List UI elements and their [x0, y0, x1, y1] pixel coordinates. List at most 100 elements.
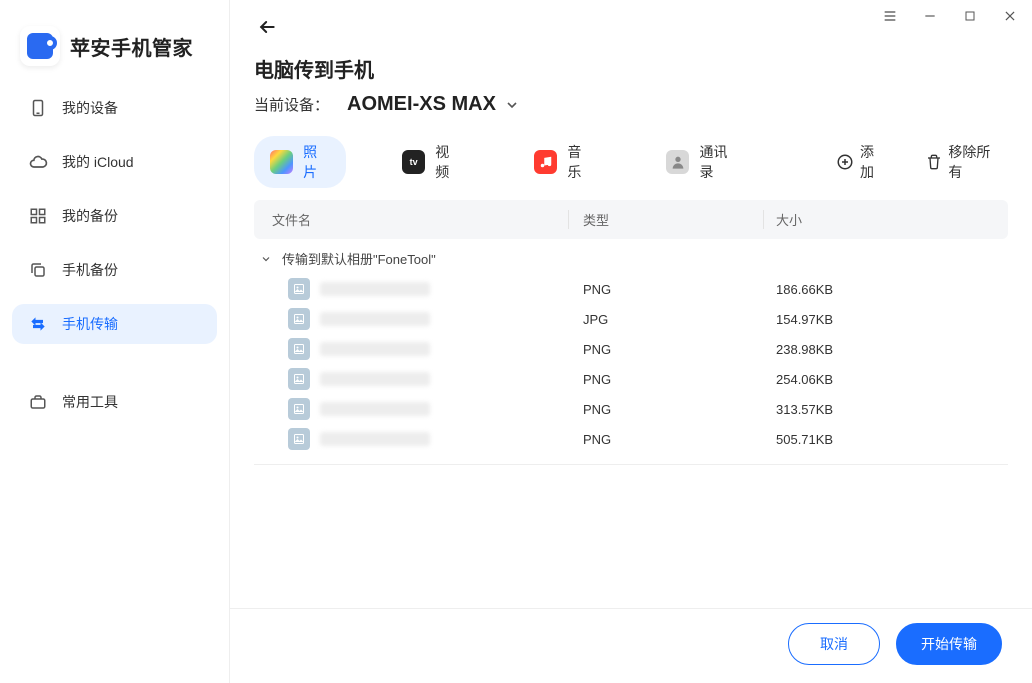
- sidebar-item-label: 我的设备: [62, 98, 118, 118]
- window-controls: [880, 6, 1020, 26]
- file-name-cell: [254, 338, 569, 360]
- file-name-blurred: [320, 282, 430, 296]
- file-name-blurred: [320, 432, 430, 446]
- app-logo-glyph: [27, 33, 53, 59]
- file-size: 238.98KB: [764, 342, 1008, 357]
- sidebar-item-label: 手机传输: [62, 314, 118, 334]
- column-name: 文件名: [254, 210, 569, 229]
- tab-label: 视频: [435, 142, 462, 182]
- file-name-cell: [254, 308, 569, 330]
- sidebar-item-icloud[interactable]: 我的 iCloud: [12, 142, 217, 182]
- tab-label: 通讯录: [699, 142, 740, 182]
- copy-icon: [28, 260, 48, 280]
- sidebar-item-phone-transfer[interactable]: 手机传输: [12, 304, 217, 344]
- tab-label: 照片: [303, 142, 330, 182]
- device-label: 当前设备：: [254, 94, 329, 115]
- remove-all-label: 移除所有: [948, 142, 1002, 182]
- group-label: 传输到默认相册"FoneTool": [282, 249, 436, 268]
- file-name-cell: [254, 398, 569, 420]
- file-name-cell: [254, 368, 569, 390]
- image-icon: [288, 398, 310, 420]
- close-icon[interactable]: [1000, 6, 1020, 26]
- table-row[interactable]: PNG 186.66KB: [254, 274, 1008, 304]
- contacts-icon: [666, 150, 689, 174]
- image-icon: [288, 308, 310, 330]
- sidebar-item-label: 我的 iCloud: [62, 152, 134, 172]
- file-name-blurred: [320, 402, 430, 416]
- table-row[interactable]: JPG 154.97KB: [254, 304, 1008, 334]
- file-size: 313.57KB: [764, 402, 1008, 417]
- tab-music[interactable]: 音乐: [518, 136, 610, 188]
- image-icon: [288, 428, 310, 450]
- maximize-icon[interactable]: [960, 6, 980, 26]
- file-size: 186.66KB: [764, 282, 1008, 297]
- photos-icon: [270, 150, 293, 174]
- add-label: 添加: [860, 142, 886, 182]
- sidebar-item-label: 我的备份: [62, 206, 118, 226]
- sidebar-nav: 我的设备 我的 iCloud 我的备份 手机备份 手机传输: [12, 88, 217, 422]
- divider: [254, 464, 1008, 465]
- app-name: 苹安手机管家: [70, 32, 193, 61]
- sidebar-item-devices[interactable]: 我的设备: [12, 88, 217, 128]
- table-row[interactable]: PNG 505.71KB: [254, 424, 1008, 454]
- table-header: 文件名 类型 大小: [254, 200, 1008, 239]
- sidebar-item-tools[interactable]: 常用工具: [12, 382, 217, 422]
- column-size: 大小: [764, 210, 1008, 229]
- file-size: 505.71KB: [764, 432, 1008, 447]
- device-selector[interactable]: 当前设备： AOMEI-XS MAX: [230, 93, 1032, 136]
- file-type: PNG: [569, 342, 764, 357]
- table-row[interactable]: PNG 254.06KB: [254, 364, 1008, 394]
- toolbox-icon: [28, 392, 48, 412]
- tab-videos[interactable]: tv 视频: [386, 136, 478, 188]
- file-name-blurred: [320, 342, 430, 356]
- tab-contacts[interactable]: 通讯录: [650, 136, 756, 188]
- file-type: JPG: [569, 312, 764, 327]
- start-transfer-button[interactable]: 开始传输: [896, 623, 1002, 665]
- file-type: PNG: [569, 432, 764, 447]
- chevron-down-icon: [260, 253, 272, 265]
- app-logo-row: 苹安手机管家: [12, 20, 217, 88]
- column-type: 类型: [569, 210, 764, 229]
- cloud-icon: [28, 152, 48, 172]
- tab-label: 音乐: [567, 142, 594, 182]
- image-icon: [288, 278, 310, 300]
- back-button[interactable]: [254, 14, 280, 40]
- file-list: 传输到默认相册"FoneTool" PNG 186.66KB JPG 154.9…: [230, 239, 1032, 608]
- video-icon: tv: [402, 150, 425, 174]
- chevron-down-icon: [504, 97, 520, 113]
- file-size: 154.97KB: [764, 312, 1008, 327]
- table-row[interactable]: PNG 238.98KB: [254, 334, 1008, 364]
- menu-icon[interactable]: [880, 6, 900, 26]
- grid-icon: [28, 206, 48, 226]
- remove-all-button[interactable]: 移除所有: [926, 142, 1002, 182]
- sidebar-item-phone-backup[interactable]: 手机备份: [12, 250, 217, 290]
- page-title: 电脑传到手机: [230, 40, 1032, 93]
- device-name: AOMEI-XS MAX: [347, 93, 496, 116]
- add-button[interactable]: 添加: [836, 142, 886, 182]
- type-tabs: 照片 tv 视频 音乐 通讯录 添加: [230, 136, 1032, 200]
- minimize-icon[interactable]: [920, 6, 940, 26]
- file-name-blurred: [320, 372, 430, 386]
- image-icon: [288, 368, 310, 390]
- file-name-cell: [254, 428, 569, 450]
- sidebar: 苹安手机管家 我的设备 我的 iCloud 我的备份 手机备份: [0, 0, 230, 683]
- main-content: 电脑传到手机 当前设备： AOMEI-XS MAX 照片 tv 视频 音乐 通讯…: [230, 0, 1032, 683]
- cancel-button[interactable]: 取消: [788, 623, 880, 665]
- transfer-icon: [28, 314, 48, 334]
- sidebar-item-label: 手机备份: [62, 260, 118, 280]
- trash-icon: [926, 154, 942, 170]
- file-name-cell: [254, 278, 569, 300]
- table-row[interactable]: PNG 313.57KB: [254, 394, 1008, 424]
- plus-circle-icon: [836, 153, 854, 171]
- group-toggle[interactable]: 传输到默认相册"FoneTool": [230, 239, 1032, 274]
- file-name-blurred: [320, 312, 430, 326]
- tab-photos[interactable]: 照片: [254, 136, 346, 188]
- sidebar-item-my-backup[interactable]: 我的备份: [12, 196, 217, 236]
- sidebar-item-label: 常用工具: [62, 392, 118, 412]
- phone-icon: [28, 98, 48, 118]
- app-logo: [20, 26, 60, 66]
- file-type: PNG: [569, 402, 764, 417]
- footer: 取消 开始传输: [230, 608, 1032, 683]
- music-icon: [534, 150, 557, 174]
- file-type: PNG: [569, 372, 764, 387]
